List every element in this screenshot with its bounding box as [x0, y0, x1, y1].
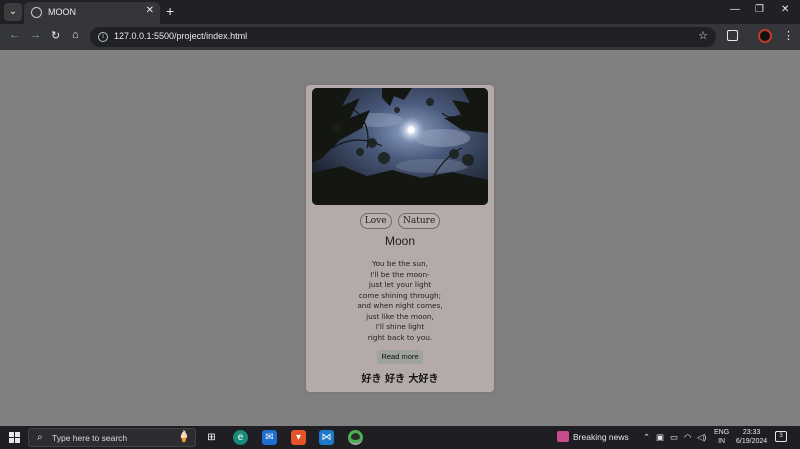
menu-kebab-icon[interactable]: ⋮ [783, 29, 794, 42]
restore-icon[interactable]: ❐ [755, 4, 764, 15]
chrome-icon[interactable] [348, 430, 363, 445]
moon-photo [312, 88, 488, 205]
globe-icon [31, 7, 42, 18]
minimize-icon[interactable]: — [730, 4, 740, 15]
taskbar: ⌕ Type here to search 🍦 ⊞ e ✉ ▾ ⋈ Breaki… [0, 426, 800, 449]
battery-icon[interactable]: ▭ [670, 432, 678, 443]
profile-avatar-icon[interactable] [758, 29, 772, 43]
poem-line: right back to you. [367, 332, 433, 342]
tab-close-icon[interactable]: ✕ [146, 5, 154, 16]
news-icon [557, 431, 569, 442]
taskbar-search-placeholder: Type here to search [52, 433, 128, 443]
search-icon: ⌕ [37, 432, 43, 443]
volume-icon[interactable]: ◁) [697, 432, 706, 443]
edge-browser-icon[interactable]: e [233, 430, 248, 445]
tab-moon[interactable]: MOON ✕ [24, 2, 160, 24]
read-more-button[interactable]: Read more [377, 350, 423, 364]
mail-icon[interactable]: ✉ [262, 430, 277, 445]
url-text[interactable]: 127.0.0.1:5500/project/index.html [114, 31, 247, 41]
poem-card: Love Nature Moon You be the sun, I'll be… [306, 85, 494, 392]
meet-now-icon[interactable]: ▣ [656, 432, 664, 443]
poem-text: You be the sun, I'll be the moon- just l… [306, 259, 494, 343]
home-icon[interactable]: ⌂ [72, 29, 79, 41]
reload-icon[interactable]: ↻ [51, 29, 60, 42]
new-tab-plus-icon[interactable]: + [166, 3, 174, 19]
news-label: Breaking news [573, 432, 629, 442]
task-view-icon[interactable]: ⊞ [204, 430, 219, 445]
japanese-caption: 好き 好き 大好き [361, 374, 439, 385]
extensions-icon[interactable] [727, 30, 738, 41]
bookmark-star-icon[interactable]: ☆ [698, 29, 708, 42]
show-hidden-icons-chevron-icon[interactable]: ⌃ [643, 432, 650, 443]
tab-search-chevron-icon[interactable]: ⌄ [4, 3, 22, 21]
poem-line: I'll shine light [375, 322, 425, 331]
poem-line: I'll be the moon- [370, 269, 430, 279]
notification-center-icon[interactable]: 3 [775, 431, 787, 442]
taskbar-search-box[interactable]: ⌕ Type here to search 🍦 [28, 428, 196, 447]
brave-browser-icon[interactable]: ▾ [291, 430, 306, 445]
input-language[interactable]: ENG IN [714, 428, 729, 446]
clock-date: 6/19/2024 [736, 438, 768, 445]
tag-list: Love Nature [306, 210, 494, 229]
language-code: ENG [714, 429, 730, 436]
site-info-icon[interactable]: i [98, 32, 108, 42]
tag-love[interactable]: Love [359, 213, 392, 229]
region-code: IN [718, 438, 726, 445]
search-highlight-icon: 🍦 [177, 431, 191, 443]
tag-nature[interactable]: Nature [397, 213, 441, 229]
tab-title: MOON [48, 7, 76, 17]
news-widget[interactable]: Breaking news [557, 431, 629, 442]
close-window-icon[interactable]: ✕ [781, 4, 789, 15]
address-bar[interactable]: i 127.0.0.1:5500/project/index.html ☆ [90, 27, 716, 47]
vscode-icon[interactable]: ⋈ [319, 430, 334, 445]
system-clock[interactable]: 23:33 6/19/2024 [736, 428, 767, 446]
clock-time: 23:33 [742, 429, 761, 436]
card-title: Moon [384, 234, 416, 248]
back-arrow-icon[interactable]: ← [9, 29, 20, 41]
poem-line: You be the sun, [371, 259, 428, 268]
poem-line: and when night comes, [357, 301, 443, 310]
poem-line: just let your light [368, 280, 432, 289]
poem-line: just like the moon, [366, 311, 434, 321]
wifi-icon[interactable]: ◠ [684, 432, 691, 443]
poem-line: come shining through; [358, 290, 442, 300]
windows-start-icon[interactable] [9, 432, 20, 443]
forward-arrow-icon[interactable]: → [30, 29, 41, 41]
notification-count: 3 [779, 433, 783, 439]
browser-toolbar: ← → ↻ ⌂ i 127.0.0.1:5500/project/index.h… [0, 24, 800, 50]
tab-strip: ⌄ MOON ✕ + — ❐ ✕ [0, 0, 800, 24]
